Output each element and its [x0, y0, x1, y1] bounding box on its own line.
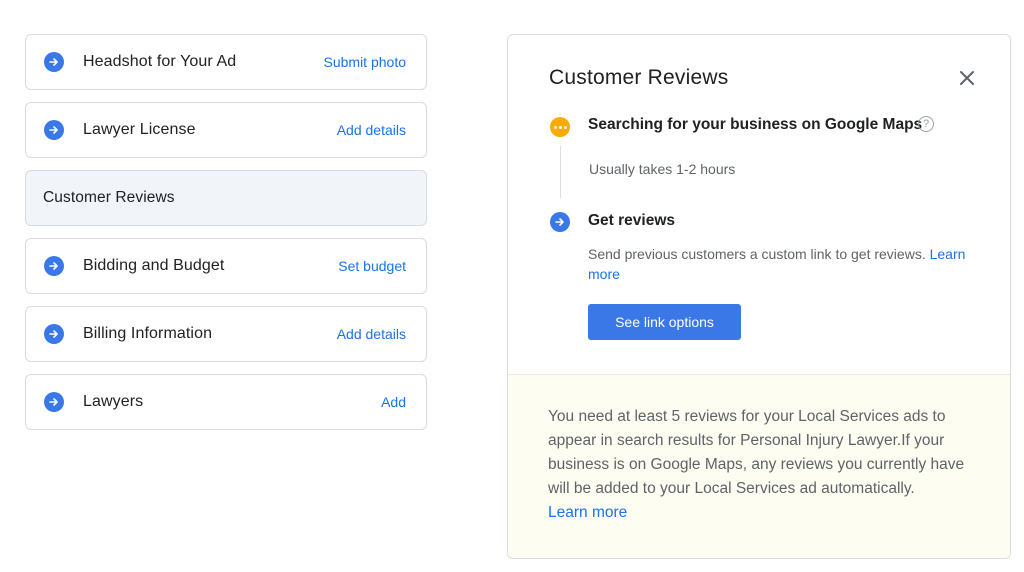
arrow-forward-circle-icon [44, 52, 64, 72]
setup-item-lawyer-license[interactable]: Lawyer License Add details [25, 102, 427, 158]
setup-item-bidding-budget[interactable]: Bidding and Budget Set budget [25, 238, 427, 294]
setup-item-label: Headshot for Your Ad [83, 53, 237, 70]
setup-item-label: Lawyer License [83, 121, 196, 138]
setup-item-lawyers[interactable]: Lawyers Add [25, 374, 427, 430]
pending-dots-icon [550, 117, 570, 137]
reviews-notice: You need at least 5 reviews for your Loc… [508, 374, 1010, 558]
customer-reviews-panel: Customer Reviews Searching for your busi… [507, 34, 1011, 559]
panel-title: Customer Reviews [549, 66, 729, 89]
setup-item-customer-reviews[interactable]: Customer Reviews [25, 170, 427, 226]
arrow-forward-circle-icon [44, 120, 64, 140]
close-icon[interactable] [958, 69, 976, 87]
arrow-forward-circle-icon [44, 324, 64, 344]
get-reviews-text: Send previous customers a custom link to… [588, 246, 926, 262]
arrow-forward-circle-icon [44, 256, 64, 276]
notice-text-block: You need at least 5 reviews for your Loc… [548, 405, 980, 525]
setup-item-label: Lawyers [83, 393, 144, 410]
arrow-forward-circle-icon [44, 392, 64, 412]
setup-item-headshot[interactable]: Headshot for Your Ad Submit photo [25, 34, 427, 90]
step-description-searching: Usually takes 1-2 hours [589, 161, 736, 177]
see-link-options-button[interactable]: See link options [588, 304, 741, 340]
step-title-get-reviews: Get reviews [588, 212, 676, 229]
arrow-forward-circle-icon [550, 212, 570, 232]
step-description-get-reviews: Send previous customers a custom link to… [588, 244, 983, 284]
step-connector [560, 146, 561, 198]
set-budget-link[interactable]: Set budget [338, 258, 406, 274]
add-lawyers-link[interactable]: Add [381, 394, 406, 410]
notice-learn-more-link[interactable]: Learn more [548, 504, 627, 521]
setup-checklist: Headshot for Your Ad Submit photo Lawyer… [25, 34, 427, 442]
notice-text: You need at least 5 reviews for your Loc… [548, 408, 965, 497]
add-license-details-link[interactable]: Add details [337, 122, 406, 138]
setup-item-label: Bidding and Budget [83, 257, 225, 274]
help-icon[interactable]: ? [918, 116, 934, 132]
add-billing-details-link[interactable]: Add details [337, 326, 406, 342]
step-title-searching: Searching for your business on Google Ma… [588, 116, 923, 133]
setup-item-billing[interactable]: Billing Information Add details [25, 306, 427, 362]
submit-photo-link[interactable]: Submit photo [324, 54, 407, 70]
setup-item-label: Customer Reviews [43, 189, 175, 206]
setup-item-label: Billing Information [83, 325, 213, 342]
